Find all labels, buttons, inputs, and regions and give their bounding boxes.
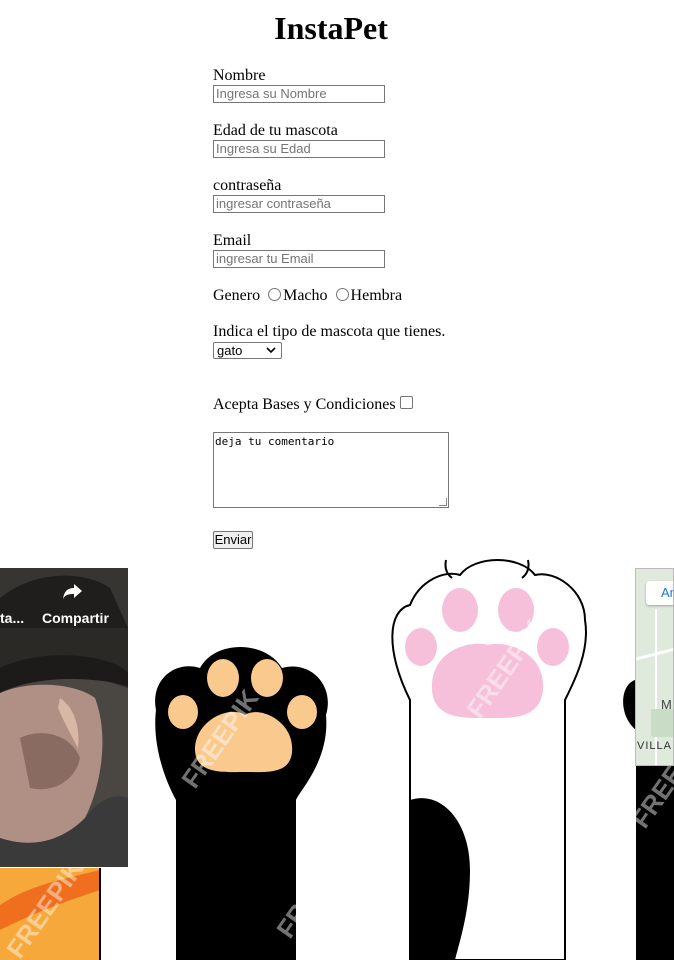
radio-macho[interactable]: [268, 288, 282, 301]
genero-group: Genero Macho Hembra: [213, 287, 402, 305]
comment-text: deja tu comentario: [215, 435, 335, 448]
terms-group: Acepta Bases y Condiciones: [213, 396, 413, 414]
radio-hembra-label: Hembra: [350, 287, 403, 304]
map-roads: [636, 609, 673, 765]
radio-macho-label: Macho: [283, 287, 328, 304]
nombre-input[interactable]: Ingresa su Nombre: [213, 85, 385, 103]
edad-label: Edad de tu mascota: [213, 122, 338, 139]
tipo-select-value: gato: [217, 343, 243, 358]
terms-label: Acepta Bases y Condiciones: [213, 396, 396, 413]
submit-button[interactable]: Enviar: [213, 531, 253, 549]
map-embed[interactable]: An M VILLA: [635, 568, 674, 766]
edad-input[interactable]: Ingresa su Edad: [213, 140, 385, 158]
chevron-down-icon: [266, 343, 276, 363]
password-input[interactable]: ingresar contraseña: [213, 195, 385, 213]
share-icon[interactable]: [62, 582, 84, 604]
password-label: contraseña: [213, 177, 282, 194]
email-label: Email: [213, 232, 252, 249]
tipo-select[interactable]: gato: [213, 342, 282, 359]
white-paw: [391, 559, 587, 960]
page-title: InstaPet: [274, 10, 388, 46]
video-embed[interactable]: ta... Compartir: [0, 568, 128, 867]
terms-checkbox[interactable]: [399, 396, 413, 409]
share-label[interactable]: Compartir: [42, 610, 109, 626]
email-input[interactable]: ingresar tu Email: [213, 250, 385, 268]
comment-textarea[interactable]: deja tu comentario: [213, 432, 449, 508]
genero-label: Genero: [213, 287, 261, 304]
nombre-label: Nombre: [213, 67, 266, 84]
video-title-fragment: ta...: [0, 610, 25, 626]
map-place-letter: M: [661, 697, 672, 712]
radio-hembra[interactable]: [335, 288, 349, 301]
resize-grip-icon[interactable]: [439, 498, 447, 506]
map-place-label: VILLA: [637, 740, 672, 752]
tipo-label: Indica el tipo de mascota que tienes.: [213, 323, 446, 340]
